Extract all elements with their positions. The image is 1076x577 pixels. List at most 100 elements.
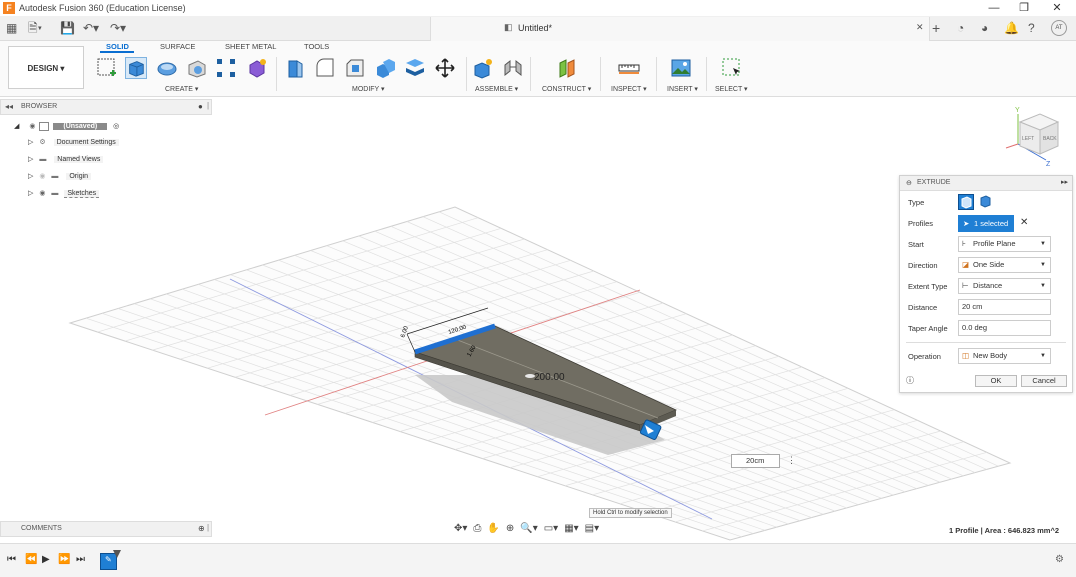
user-avatar[interactable]: AT [1051,20,1067,36]
shell-icon[interactable] [374,57,396,79]
timeline-feature-sketch[interactable]: ✎ [100,553,117,570]
job-status-icon[interactable]: ◕ [981,21,988,35]
visibility-eye-icon[interactable]: ◉ [29,123,35,130]
comments-pin-icon[interactable]: | [207,523,209,532]
new-tab-icon[interactable]: + [932,21,940,35]
direction-dropdown[interactable]: ◪ One Side ▼ [958,257,1051,273]
type-solid-button[interactable] [958,194,974,210]
browser-pin-icon[interactable]: | [207,101,209,110]
go-to-end-icon[interactable]: ⏭ [76,554,85,565]
browser-item-origin[interactable]: ▷ ◉ ▬ Origin [28,171,92,183]
fit-zoom-icon[interactable]: 🔍▾ [520,523,537,537]
close-window-button[interactable]: ✕ [1042,0,1072,16]
profiles-selection-button[interactable]: ➤ 1 selected [958,215,1014,232]
chamfer-icon[interactable] [344,57,366,79]
distance-input[interactable]: 20 cm [958,299,1051,315]
tab-surface[interactable]: SURFACE [160,42,195,51]
grid-menu-icon[interactable]: ▦ [6,21,17,35]
play-icon[interactable]: ▶ [42,554,50,565]
insert-image-icon[interactable] [670,57,692,79]
create-sketch-icon[interactable] [96,57,118,79]
timeline-settings-gear-icon[interactable]: ⚙ [1055,554,1064,565]
tab-sheet-metal[interactable]: SHEET METAL [225,42,276,51]
extent-type-dropdown[interactable]: ⊢ Distance ▼ [958,278,1051,294]
orbit-icon[interactable]: ✥▾ [454,523,467,537]
browser-item-named-views[interactable]: ▷ ▬ Named Views [28,154,104,166]
start-dropdown[interactable]: ⊦ Profile Plane ▼ [958,236,1051,252]
browser-minimize-icon[interactable]: ● [198,102,203,111]
select-icon[interactable] [721,57,743,79]
visibility-eye-icon[interactable]: ◉ [39,190,45,197]
sweep-icon[interactable] [186,57,208,79]
browser-item-document-settings[interactable]: ▷ ⚙ Document Settings [28,137,119,149]
ok-button[interactable]: OK [975,375,1017,387]
file-menu-icon[interactable]: 🗎▾ [28,21,42,35]
expand-triangle-icon[interactable]: ▷ [28,156,33,163]
workspace-switcher[interactable]: DESIGN ▾ [8,46,84,89]
redo-icon[interactable]: ↷▾ [110,21,126,35]
extrude-icon[interactable] [125,57,147,79]
browser-panel-header[interactable]: ◂◂ BROWSER ● | [0,99,212,115]
browser-root[interactable]: ◢ ◉ (Unsaved) ◎ [14,121,119,133]
close-tab-icon[interactable]: ✕ [916,22,924,33]
display-settings-icon[interactable]: ▭▾ [544,523,558,537]
create-menu[interactable]: CREATE ▾ [165,85,198,93]
step-forward-icon[interactable]: ⏩ [58,554,70,565]
extrude-dialog-header[interactable]: ⊖ EXTRUDE ▸▸ [900,176,1072,191]
go-to-start-icon[interactable]: ⏮ [7,554,16,565]
tab-tools[interactable]: TOOLS [304,42,329,51]
root-component-label[interactable]: (Unsaved) [53,123,108,130]
more-options-icon[interactable]: ⋮ [787,455,796,466]
undo-icon[interactable]: ↶▾ [83,21,99,35]
add-comment-icon[interactable]: ⊕ [198,524,205,533]
comments-panel-header[interactable]: COMMENTS ⊕ | [0,521,212,537]
notifications-icon[interactable]: 🔔 [1004,21,1019,35]
construct-menu[interactable]: CONSTRUCT ▾ [542,85,591,93]
dialog-minimize-icon[interactable]: ⊖ [906,179,912,187]
save-icon[interactable]: 💾 [60,21,75,35]
taper-angle-input[interactable]: 0.0 deg [958,320,1051,336]
look-at-icon[interactable]: ⎙ [473,523,481,537]
document-tab[interactable]: ◧ Untitled* ✕ [430,17,930,41]
tab-solid[interactable]: SOLID [106,42,129,51]
combine-icon[interactable] [404,57,426,79]
minimize-button[interactable]: — [979,0,1009,16]
extensions-icon[interactable]: ◔ [957,21,964,35]
step-back-icon[interactable]: ⏪ [25,554,37,565]
operation-dropdown[interactable]: ◫ New Body ▼ [958,348,1051,364]
viewports-icon[interactable]: ▤▾ [585,523,599,537]
press-pull-icon[interactable] [284,57,306,79]
help-icon[interactable]: ? [1028,21,1035,35]
grid-settings-icon[interactable]: ▦▾ [564,523,578,537]
pattern-icon[interactable] [215,57,237,79]
select-menu[interactable]: SELECT ▾ [715,85,748,93]
maximize-button[interactable]: ❐ [1009,0,1039,16]
expand-triangle-icon[interactable]: ▷ [28,139,33,146]
dialog-expand-icon[interactable]: ▸▸ [1061,178,1068,186]
modify-menu[interactable]: MODIFY ▾ [352,85,385,93]
cancel-button[interactable]: Cancel [1021,375,1067,387]
new-component-icon[interactable] [472,57,494,79]
canvas-distance-input[interactable]: 20cm [731,454,780,468]
revolve-icon[interactable] [156,57,178,79]
joint-icon[interactable] [502,57,524,79]
insert-menu[interactable]: INSERT ▾ [667,85,698,93]
collapse-triangle-icon[interactable]: ◢ [14,123,19,130]
fillet-icon[interactable] [314,57,336,79]
clear-selection-icon[interactable]: ✕ [1020,217,1028,228]
info-icon[interactable]: ⓘ [906,375,914,386]
activate-radio-icon[interactable]: ◎ [113,123,119,130]
inspect-menu[interactable]: INSPECT ▾ [611,85,647,93]
zoom-icon[interactable]: ⊕ [506,523,514,537]
offset-plane-icon[interactable] [556,57,578,79]
measure-icon[interactable] [618,57,640,79]
visibility-eye-off-icon[interactable]: ◉ [39,173,45,180]
collapse-browser-icon[interactable]: ◂◂ [5,102,13,111]
expand-triangle-icon[interactable]: ▷ [28,173,33,180]
create-form-icon[interactable] [246,57,268,79]
pan-hand-icon[interactable]: ✋ [487,523,499,537]
expand-triangle-icon[interactable]: ▷ [28,190,33,197]
assemble-menu[interactable]: ASSEMBLE ▾ [475,85,518,93]
browser-item-sketches[interactable]: ▷ ◉ ▬ Sketches [28,188,100,200]
type-thin-button[interactable] [978,194,994,210]
